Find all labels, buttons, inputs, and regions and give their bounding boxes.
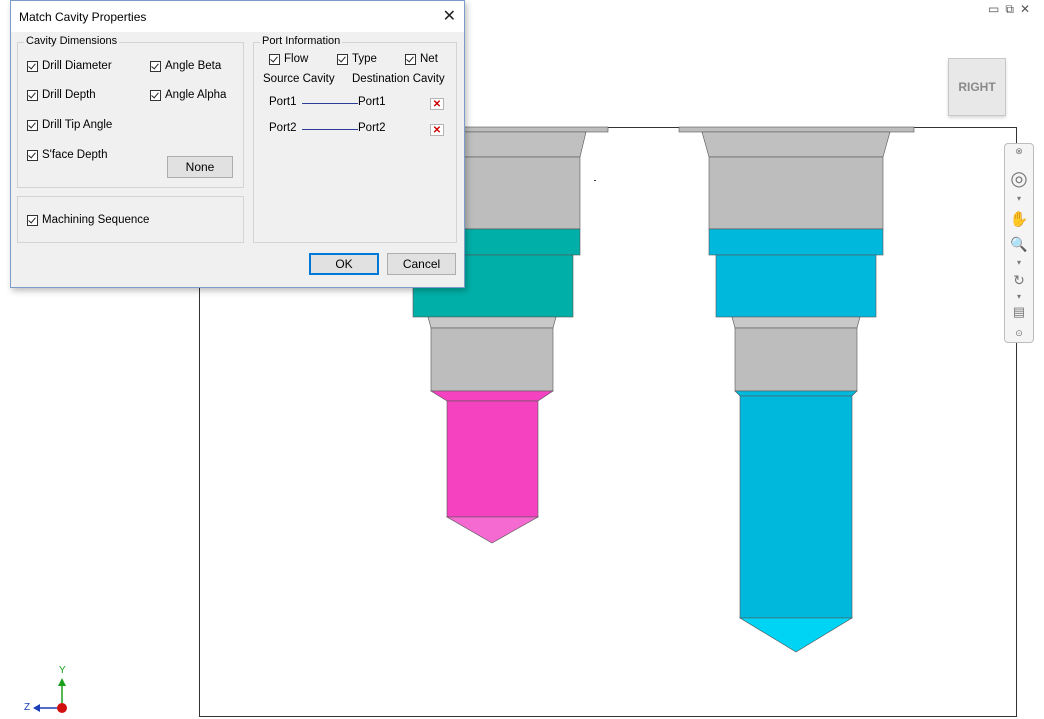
drill-tip-angle-checkbox[interactable]: Drill Tip Angle bbox=[27, 119, 112, 131]
drill-depth-checkbox[interactable]: Drill Depth bbox=[27, 89, 96, 101]
surface-plate-right bbox=[678, 126, 915, 133]
match-cavity-properties-dialog: Match Cavity Properties ✕ Cavity Dimensi… bbox=[10, 0, 465, 288]
checkbox-box bbox=[405, 53, 416, 65]
surface-plate-left bbox=[439, 126, 609, 133]
right-cavity-bore bbox=[708, 156, 884, 230]
delete-connection-icon[interactable]: ✕ bbox=[430, 98, 444, 110]
checkbox-box bbox=[27, 60, 38, 72]
ok-button[interactable]: OK bbox=[309, 253, 379, 275]
drill-tip-angle-label: Drill Tip Angle bbox=[42, 119, 113, 131]
z-axis-label: Z bbox=[24, 702, 31, 713]
orbit-icon[interactable]: ↻ bbox=[1005, 272, 1033, 289]
dialog-title: Match Cavity Properties bbox=[19, 10, 147, 24]
left-cavity-magenta-chamfer bbox=[429, 390, 554, 402]
navbar-options-icon[interactable]: ⊙ bbox=[1005, 328, 1033, 339]
view-cube[interactable]: RIGHT bbox=[948, 58, 1006, 116]
zoom-icon[interactable]: 🔍 bbox=[1005, 236, 1033, 253]
flow-label: Flow bbox=[284, 53, 309, 65]
source-cavity-header: Source Cavity bbox=[263, 73, 335, 85]
machining-sequence-group: Machining Sequence bbox=[17, 196, 244, 243]
cancel-button[interactable]: Cancel bbox=[387, 253, 456, 275]
cavity-dimensions-group: Cavity Dimensions Drill Diameter Angle B… bbox=[17, 35, 244, 188]
drill-diameter-checkbox[interactable]: Drill Diameter bbox=[27, 60, 112, 72]
checkbox-box bbox=[27, 149, 38, 161]
delete-connection-icon[interactable]: ✕ bbox=[430, 124, 444, 136]
chevron-down-icon[interactable]: ▾ bbox=[1005, 194, 1033, 203]
sface-depth-label: S'face Depth bbox=[42, 149, 108, 161]
machining-sequence-label: Machining Sequence bbox=[42, 214, 150, 226]
checkbox-box bbox=[27, 89, 38, 101]
right-cavity-cyan-drill bbox=[739, 395, 853, 619]
checkbox-box bbox=[27, 214, 38, 226]
checkbox-box bbox=[269, 53, 280, 65]
right-cavity-cyan-upper bbox=[708, 228, 884, 256]
port-information-legend: Port Information bbox=[260, 35, 343, 47]
navbar-close-icon[interactable]: ⊗ bbox=[1005, 146, 1033, 157]
drill-depth-label: Drill Depth bbox=[42, 89, 96, 101]
marker-dot bbox=[594, 180, 596, 181]
navigation-bar: ⊗ ◎ ▾ ✋ 🔍 ▾ ↻ ▾ ▤ ⊙ bbox=[1004, 143, 1034, 343]
destination-port-label: Port1 bbox=[358, 96, 386, 108]
chevron-down-icon[interactable]: ▾ bbox=[1005, 258, 1033, 267]
dialog-titlebar[interactable]: Match Cavity Properties ✕ bbox=[11, 1, 464, 32]
left-cavity-neck bbox=[430, 327, 554, 392]
type-label: Type bbox=[352, 53, 377, 65]
cavity-dimensions-legend: Cavity Dimensions bbox=[24, 35, 120, 47]
angle-alpha-checkbox[interactable]: Angle Alpha bbox=[150, 89, 226, 101]
right-cavity-cyan-tip bbox=[738, 617, 854, 653]
right-cavity-cyan-chamfer bbox=[734, 390, 858, 397]
none-button[interactable]: None bbox=[167, 156, 233, 178]
checkbox-box bbox=[150, 89, 161, 101]
view-cube-face-label: RIGHT bbox=[958, 80, 996, 94]
right-cavity-step bbox=[731, 316, 861, 329]
checkbox-box bbox=[150, 60, 161, 72]
port-connection-line bbox=[302, 103, 358, 104]
angle-beta-label: Angle Beta bbox=[165, 60, 222, 72]
y-axis-label: Y bbox=[59, 665, 66, 676]
right-cavity-chamfer bbox=[701, 131, 891, 158]
pan-hand-icon[interactable]: ✋ bbox=[1005, 210, 1033, 228]
source-port-label: Port1 bbox=[269, 96, 297, 108]
net-label: Net bbox=[420, 53, 438, 65]
drill-diameter-label: Drill Diameter bbox=[42, 60, 112, 72]
destination-cavity-header: Destination Cavity bbox=[352, 73, 445, 85]
angle-beta-checkbox[interactable]: Angle Beta bbox=[150, 60, 221, 72]
port-connection-line bbox=[302, 129, 358, 130]
chevron-down-icon[interactable]: ▾ bbox=[1005, 292, 1033, 301]
sface-depth-checkbox[interactable]: S'face Depth bbox=[27, 149, 108, 161]
right-cavity-cyan-lower bbox=[715, 254, 877, 318]
left-cavity-magenta-tip bbox=[445, 516, 540, 544]
checkbox-box bbox=[27, 119, 38, 131]
net-checkbox[interactable]: Net bbox=[405, 53, 438, 65]
angle-alpha-label: Angle Alpha bbox=[165, 89, 227, 101]
checkbox-box bbox=[337, 53, 348, 65]
machining-sequence-checkbox[interactable]: Machining Sequence bbox=[27, 214, 149, 226]
flow-checkbox[interactable]: Flow bbox=[269, 53, 308, 65]
destination-port-label: Port2 bbox=[358, 122, 386, 134]
port-information-group: Port Information Flow Type Net Source Ca… bbox=[253, 35, 457, 243]
left-cavity-magenta-drill bbox=[446, 400, 539, 518]
close-icon[interactable]: ✕ bbox=[443, 6, 456, 26]
source-port-label: Port2 bbox=[269, 122, 297, 134]
right-cavity-neck bbox=[734, 327, 858, 392]
look-at-icon[interactable]: ▤ bbox=[1005, 304, 1033, 320]
left-cavity-step bbox=[427, 316, 557, 329]
steering-wheel-icon[interactable]: ◎ bbox=[1005, 166, 1033, 191]
type-checkbox[interactable]: Type bbox=[337, 53, 377, 65]
